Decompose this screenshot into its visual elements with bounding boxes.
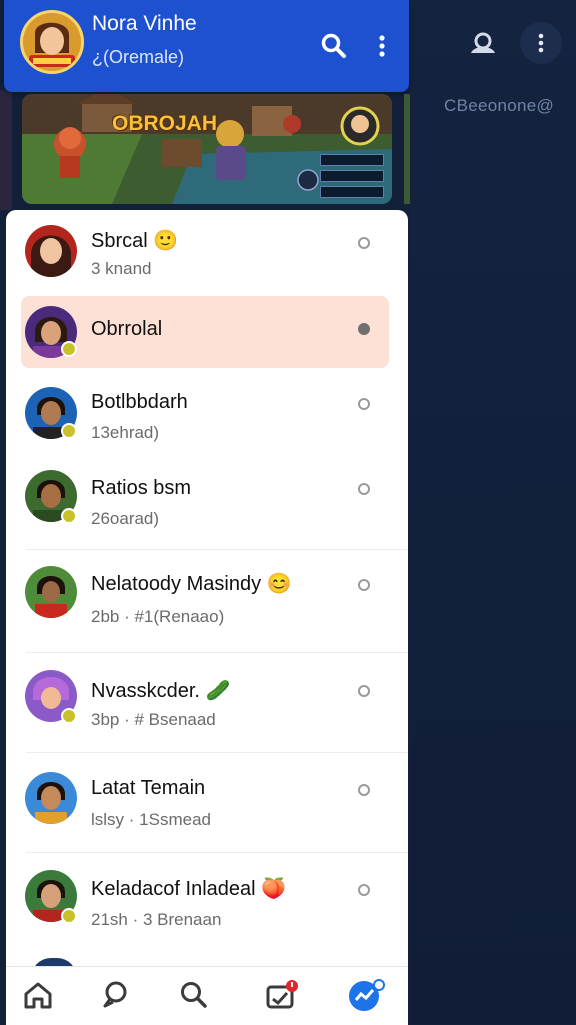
chat-subtitle: 3 knand	[91, 259, 152, 278]
radio-button[interactable]	[358, 784, 370, 796]
chat-icon[interactable]	[95, 975, 135, 1015]
stat-bar	[320, 170, 384, 182]
profile-avatar[interactable]	[20, 10, 84, 74]
radio-button[interactable]	[358, 884, 370, 896]
radio-button[interactable]	[358, 685, 370, 697]
chat-name: Keladacof Inladeal 🍑	[91, 878, 287, 900]
banner-title: OBROJAH	[112, 112, 218, 135]
chat-name: Sbrcal 🙂	[91, 230, 179, 252]
chat-list: Sbrcal 🙂 3 knand Obrrolal Botlbbdarh 13e…	[6, 210, 408, 970]
banner-stats	[320, 154, 384, 202]
app-header: Nora Vinhe ¿(Oremale)	[4, 0, 409, 92]
chat-subtitle: 21sh · 3 Brenaan	[91, 910, 222, 929]
status-badge	[61, 423, 77, 439]
home-icon[interactable]	[18, 975, 58, 1015]
stat-bar	[320, 154, 384, 166]
radio-button[interactable]	[358, 483, 370, 495]
inbox-icon[interactable]	[262, 975, 302, 1015]
header-subtitle: ¿(Oremale)	[92, 47, 185, 67]
status-badge	[61, 341, 77, 357]
status-badge	[61, 508, 77, 524]
divider	[26, 852, 408, 853]
avatar	[25, 566, 77, 618]
more-vertical-icon[interactable]	[520, 22, 562, 64]
status-badge	[61, 708, 77, 724]
chat-subtitle: 2bb · #1(Renaao)	[91, 607, 225, 626]
chat-name: Botlbbdarh	[91, 391, 188, 413]
divider	[26, 652, 408, 653]
search-icon[interactable]	[174, 975, 214, 1015]
game-banner[interactable]: OBROJAH	[22, 94, 392, 204]
left-edge-strip	[0, 90, 12, 210]
avatar	[25, 225, 77, 277]
more-vertical-icon[interactable]	[368, 28, 396, 64]
chat-subtitle: 26oarad)	[91, 509, 160, 528]
chat-subtitle: 3bp · # Bsenaad	[91, 710, 216, 729]
radio-button[interactable]	[358, 237, 370, 249]
avatar	[25, 772, 77, 824]
banner-edge	[404, 94, 410, 204]
chat-name: Latat Temain	[91, 777, 206, 799]
right-panel	[410, 0, 576, 1024]
divider	[26, 549, 408, 550]
status-badge	[61, 908, 77, 924]
stat-bar	[320, 186, 384, 198]
chat-name: Nelatoody Masindy 😊	[91, 573, 292, 595]
radio-button[interactable]	[358, 398, 370, 410]
right-panel-label: CBeeonone@	[444, 96, 555, 115]
bottom-nav	[6, 966, 408, 1025]
radio-button-selected[interactable]	[358, 323, 370, 335]
chat-name: Ratios bsm	[91, 477, 192, 499]
chat-subtitle: 13ehrad)	[91, 423, 160, 442]
chat-name: Obrrolal	[91, 318, 163, 340]
chat-name: Nvasskcder. 🥒	[91, 680, 231, 702]
divider	[26, 752, 408, 753]
person-icon[interactable]	[462, 22, 504, 64]
radio-button[interactable]	[358, 579, 370, 591]
header-title: Nora Vinhe	[92, 12, 197, 35]
profile-active-icon[interactable]	[346, 975, 386, 1015]
chat-subtitle: lslsy · 1Ssmead	[91, 810, 211, 829]
search-icon[interactable]	[316, 28, 352, 64]
